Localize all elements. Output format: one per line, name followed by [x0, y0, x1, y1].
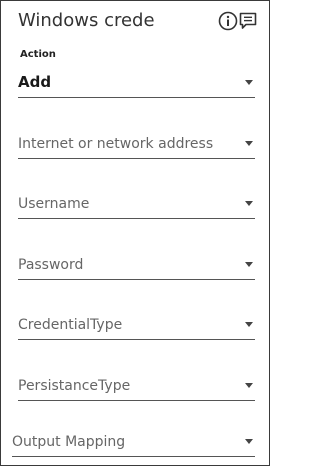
chevron-down-icon: [245, 322, 253, 327]
action-dropdown[interactable]: Action Add: [18, 49, 255, 98]
action-label: Action: [20, 49, 56, 60]
password-dropdown[interactable]: Password: [18, 249, 255, 280]
credential-type-placeholder: CredentialType: [18, 317, 123, 333]
persistance-type-dropdown[interactable]: PersistanceType: [18, 370, 255, 401]
username-dropdown[interactable]: Username: [18, 188, 255, 219]
chevron-down-icon: [245, 262, 253, 267]
windows-credential-panel: Windows creder Action Add Internet or ne…: [0, 0, 270, 466]
address-placeholder: Internet or network address: [18, 136, 214, 152]
address-dropdown[interactable]: Internet or network address: [18, 128, 255, 159]
panel-title: Windows creder: [18, 10, 156, 31]
action-value: Add: [18, 73, 52, 91]
chevron-down-icon: [245, 383, 253, 388]
username-placeholder: Username: [18, 196, 90, 212]
persistance-type-placeholder: PersistanceType: [18, 378, 131, 394]
comment-icon[interactable]: [238, 11, 258, 31]
chevron-down-icon: [245, 80, 253, 85]
credential-type-dropdown[interactable]: CredentialType: [18, 309, 255, 340]
chevron-down-icon: [245, 439, 253, 444]
panel-header: Windows creder: [1, 1, 269, 41]
info-icon[interactable]: [218, 11, 238, 31]
password-placeholder: Password: [18, 257, 84, 273]
output-mapping-dropdown[interactable]: Output Mapping: [12, 426, 255, 457]
chevron-down-icon: [245, 141, 253, 146]
output-mapping-placeholder: Output Mapping: [12, 434, 126, 450]
chevron-down-icon: [245, 201, 253, 206]
